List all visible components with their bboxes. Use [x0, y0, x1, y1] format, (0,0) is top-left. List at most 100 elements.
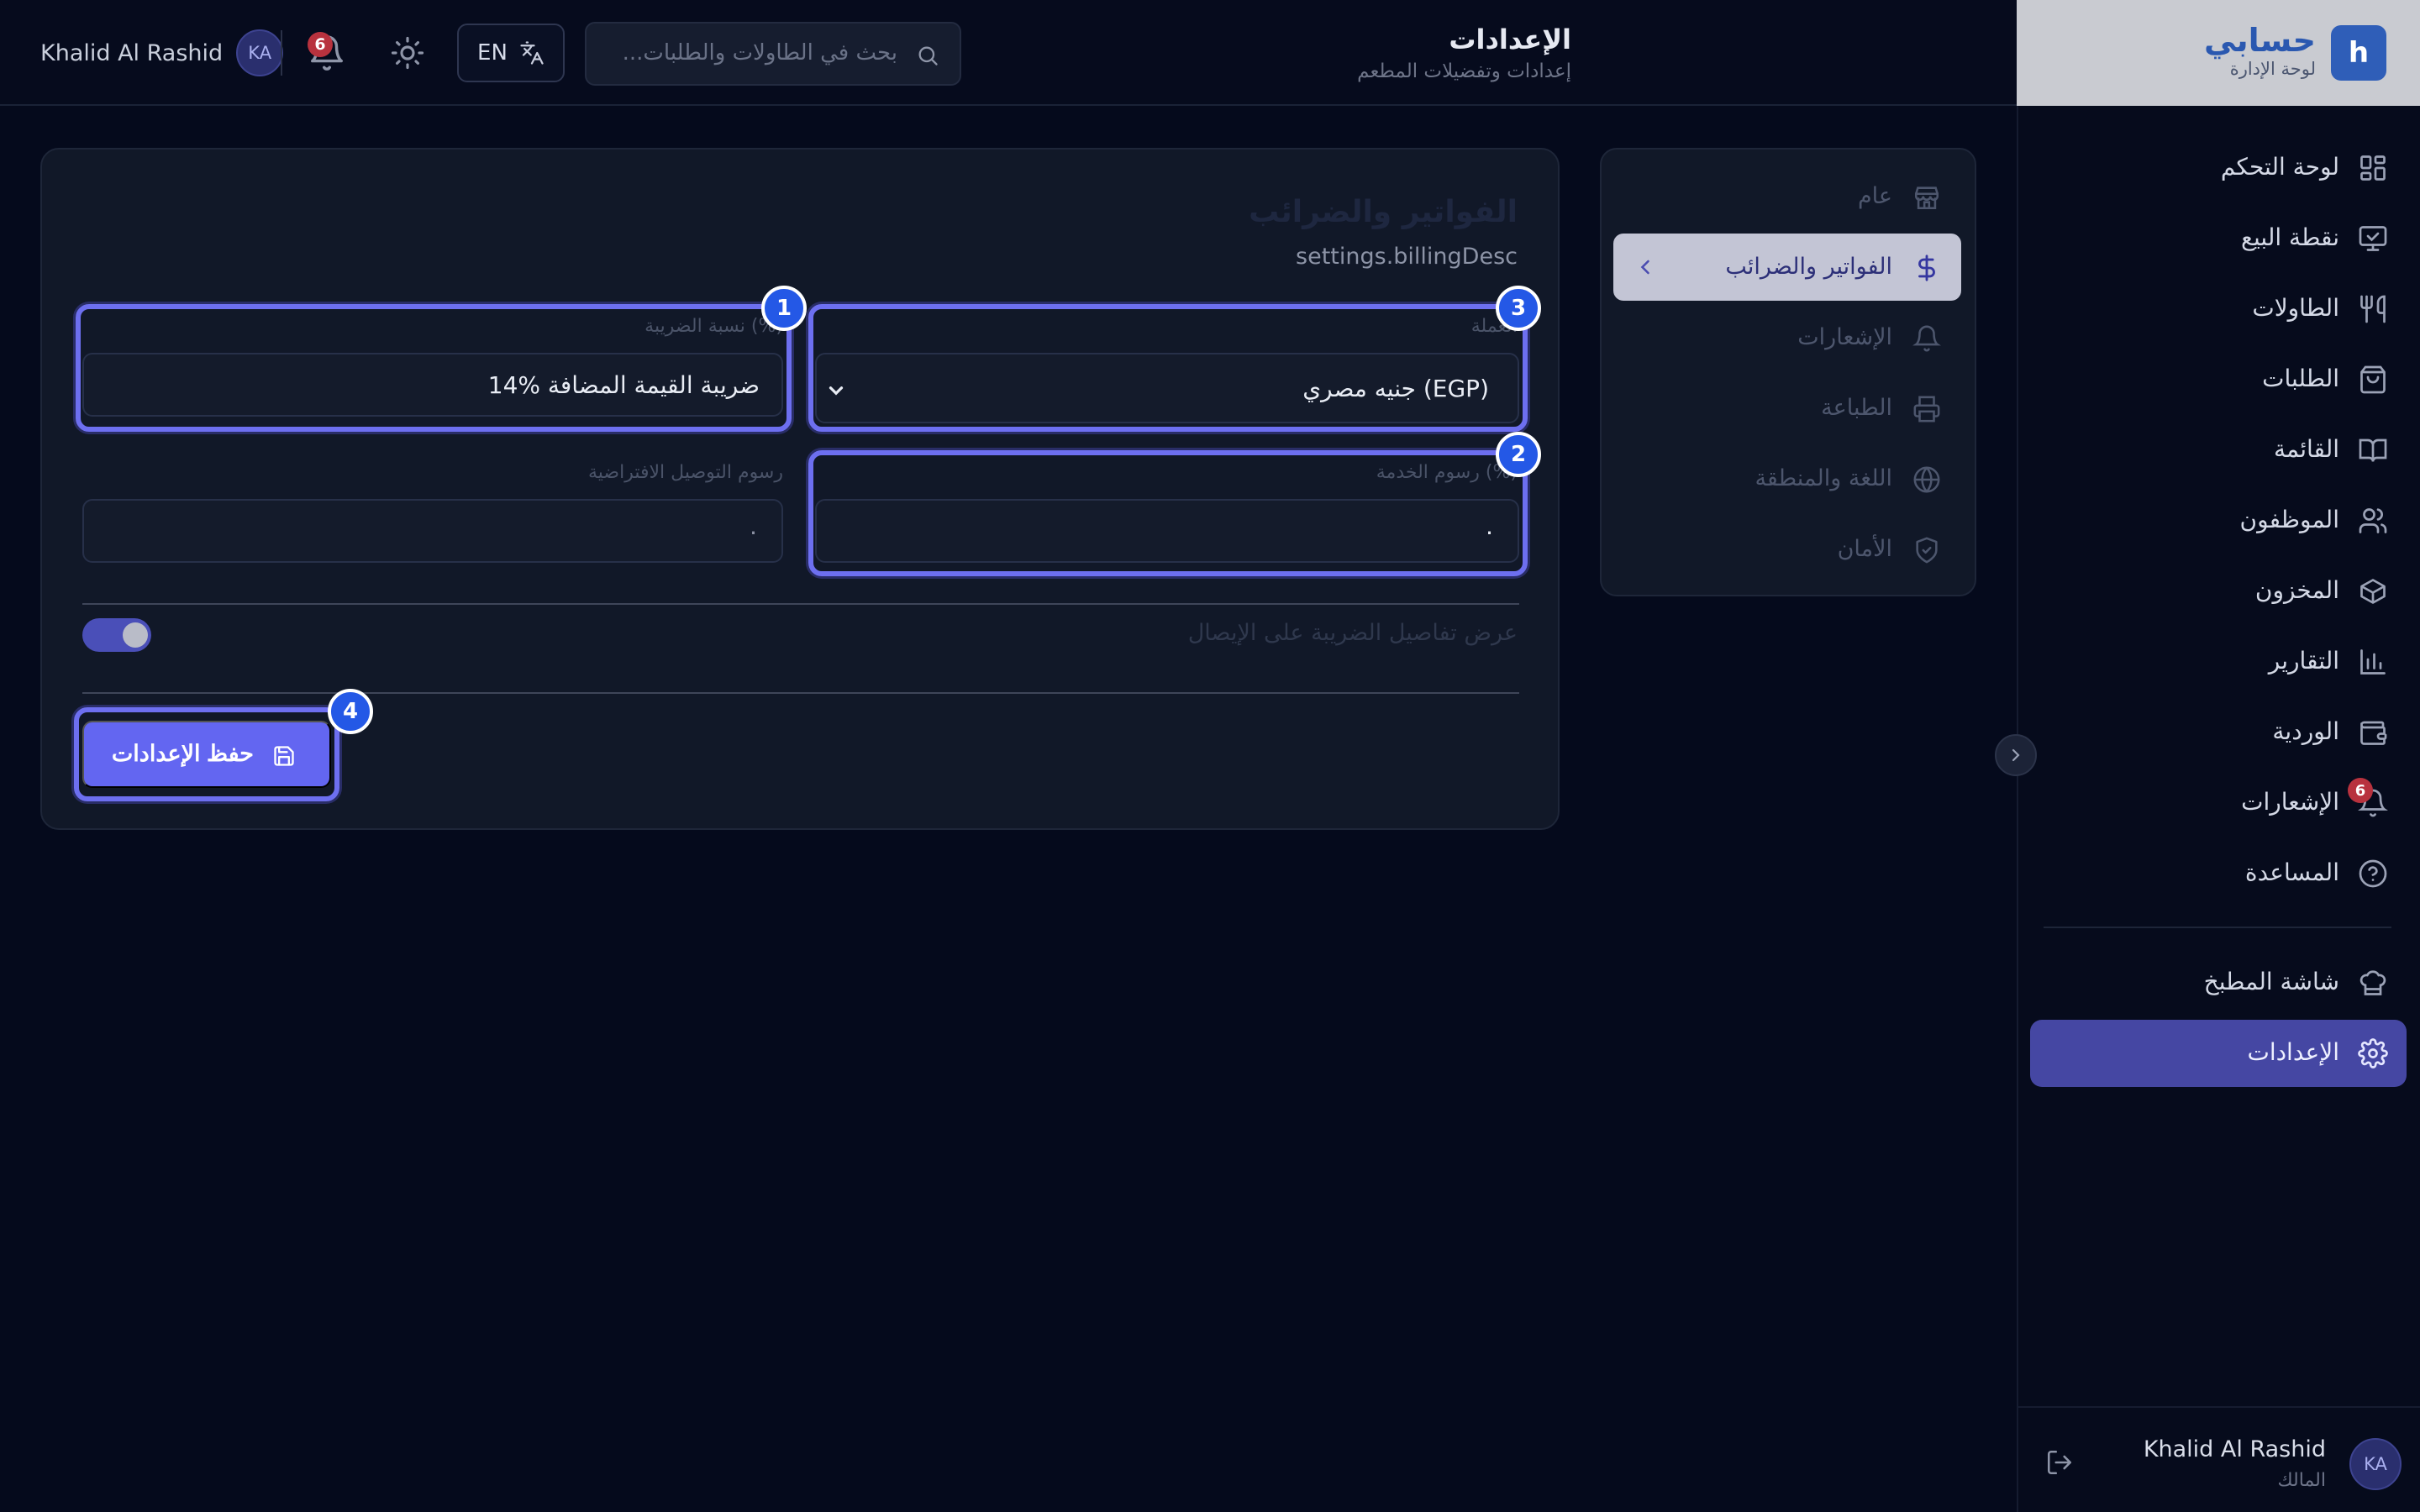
notification-badge: 6 [2348, 778, 2373, 803]
sidebar-item-label: نقطة البيع [2241, 223, 2339, 251]
header-user-name: Khalid Al Rashid [40, 39, 224, 66]
delivery-fee-input[interactable]: ٠ [82, 499, 783, 563]
printer-icon [1913, 396, 1940, 423]
section-title: الفواتير والضرائب [1249, 195, 1518, 229]
page-subtitle: إعدادات وتفضيلات المطعم [1357, 60, 1571, 82]
language-label: EN [477, 40, 508, 66]
sidebar-item-menu[interactable]: القائمة [2030, 417, 2407, 484]
sidebar: h حسابي لوحة الإدارة لوحة التحكم نقطة ال… [2017, 0, 2420, 1512]
sidebar-user-name: Khalid Al Rashid [2143, 1436, 2326, 1462]
sidebar-item-staff[interactable]: الموظفون [2030, 487, 2407, 554]
sidebar-item-pos[interactable]: نقطة البيع [2030, 205, 2407, 272]
settings-nav-printing[interactable]: الطباعة [1613, 375, 1961, 442]
save-icon [274, 746, 294, 766]
wallet-icon [2360, 721, 2387, 745]
sidebar-collapse-button[interactable] [1995, 734, 2037, 776]
settings-nav-label: الفواتير والضرائب [1725, 254, 1892, 280]
sidebar-item-dashboard[interactable]: لوحة التحكم [2030, 134, 2407, 202]
settings-nav-security[interactable]: الأمان [1613, 516, 1961, 583]
service-charge-value: ٠ [1482, 517, 1496, 545]
sidebar-item-tables[interactable]: الطاولات [2030, 276, 2407, 343]
tax-rate-input[interactable]: 14% ضريبة القيمة المضافة [82, 353, 783, 417]
dashboard-grid-icon [2360, 155, 2386, 181]
header-user[interactable]: Khalid Al Rashid KA [40, 29, 284, 77]
sidebar-item-label: التقارير [2268, 647, 2339, 675]
sidebar-item-settings[interactable]: الإعدادات [2030, 1020, 2407, 1087]
settings-nav-label: الأمان [1837, 536, 1892, 562]
utensils-icon [2360, 295, 2386, 323]
settings-nav-label: الإشعارات [1797, 324, 1892, 350]
sidebar-user: KA Khalid Al Rashid المالك [2017, 1406, 2420, 1512]
sidebar-item-label: الطلبات [2262, 365, 2339, 392]
brand-subtitle: لوحة الإدارة [2229, 59, 2316, 79]
tax-details-toggle[interactable] [82, 618, 151, 652]
globe-icon [1913, 466, 1940, 493]
settings-nav: عام الفواتير والضرائب الإشعارات الطباعة … [1600, 148, 1976, 596]
notification-badge: 6 [308, 32, 333, 57]
page-title: الإعدادات [1449, 24, 1571, 55]
search-icon [918, 46, 938, 66]
chef-hat-icon [2360, 970, 2386, 995]
brand-header[interactable]: h حسابي لوحة الإدارة [2017, 0, 2420, 106]
divider [281, 30, 282, 76]
chevron-left-icon [1640, 260, 1649, 275]
sidebar-item-inventory[interactable]: المخزون [2030, 558, 2407, 625]
sidebar-item-notifications[interactable]: 6 الإشعارات [2030, 769, 2407, 837]
tax-rate-value: 14% ضريبة القيمة المضافة [487, 371, 760, 399]
language-switch-button[interactable]: EN [457, 24, 565, 82]
tax-rate-label: نسبة الضريبة (%) [644, 316, 783, 337]
settings-nav-label: اللغة والمنطقة [1754, 465, 1892, 491]
annotation-marker-3: 3 [1496, 286, 1541, 331]
billing-settings-card: الفواتير والضرائب settings.billingDesc ا… [40, 148, 1560, 830]
sidebar-item-label: لوحة التحكم [2220, 153, 2339, 181]
sidebar-item-orders[interactable]: الطلبات [2030, 346, 2407, 413]
tax-details-toggle-label: عرض تفاصيل الضريبة على الإيصال [1187, 620, 1518, 646]
bar-chart-icon [2360, 649, 2386, 675]
sidebar-item-kitchen[interactable]: شاشة المطبخ [2030, 949, 2407, 1016]
delivery-fee-value: ٠ [746, 517, 760, 545]
avatar[interactable]: KA [236, 29, 284, 76]
chevron-down-icon [829, 386, 844, 396]
sidebar-item-reports[interactable]: التقارير [2030, 628, 2407, 696]
settings-nav-label: الطباعة [1821, 395, 1892, 421]
notifications-button[interactable]: 6 [308, 32, 346, 72]
currency-value: جنيه مصري (EGP) [1302, 375, 1489, 402]
book-open-icon [2359, 438, 2387, 462]
help-circle-icon [2359, 859, 2387, 888]
top-bar: Khalid Al Rashid KA 6 EN بحث في الطاولات… [0, 0, 2017, 106]
search-input[interactable]: بحث في الطاولات والطلبات... [585, 22, 961, 86]
settings-nav-billing[interactable]: الفواتير والضرائب [1613, 234, 1961, 301]
sidebar-item-label: الإعدادات [2247, 1038, 2339, 1066]
save-button-label: حفظ الإعدادات [111, 741, 254, 766]
sidebar-item-label: المساعدة [2244, 858, 2339, 886]
save-settings-button[interactable]: حفظ الإعدادات [82, 721, 331, 788]
store-icon [1914, 186, 1939, 210]
brand-logo: h [2331, 25, 2386, 81]
gear-icon [2358, 1038, 2388, 1068]
theme-toggle-button[interactable] [390, 35, 425, 71]
settings-nav-general[interactable]: عام [1613, 163, 1961, 230]
section-description: settings.billingDesc [1296, 244, 1518, 270]
sidebar-item-label: الموظفون [2239, 506, 2339, 533]
sidebar-item-label: المخزون [2254, 576, 2339, 604]
dollar-icon [1918, 255, 1935, 281]
settings-nav-language[interactable]: اللغة والمنطقة [1613, 445, 1961, 512]
annotation-marker-1: 1 [761, 286, 807, 331]
sidebar-item-shift[interactable]: الوردية [2030, 699, 2407, 766]
avatar[interactable]: KA [2349, 1438, 2402, 1490]
sidebar-item-label: شاشة المطبخ [2203, 968, 2339, 995]
monitor-icon [2359, 226, 2387, 251]
translate-icon [520, 41, 544, 65]
settings-nav-label: عام [1857, 183, 1892, 209]
sun-icon [391, 36, 424, 70]
settings-nav-notifications[interactable]: الإشعارات [1613, 304, 1961, 371]
sidebar-item-label: الوردية [2272, 717, 2339, 745]
logout-icon[interactable] [2045, 1448, 2074, 1477]
sidebar-item-help[interactable]: المساعدة [2030, 840, 2407, 907]
annotation-marker-4: 4 [328, 689, 373, 734]
annotation-marker-2: 2 [1496, 432, 1541, 477]
search-placeholder: بحث في الطاولات والطلبات... [622, 40, 897, 66]
currency-select[interactable]: جنيه مصري (EGP) [815, 353, 1519, 423]
divider [82, 692, 1519, 694]
service-charge-input[interactable]: ٠ [815, 499, 1519, 563]
